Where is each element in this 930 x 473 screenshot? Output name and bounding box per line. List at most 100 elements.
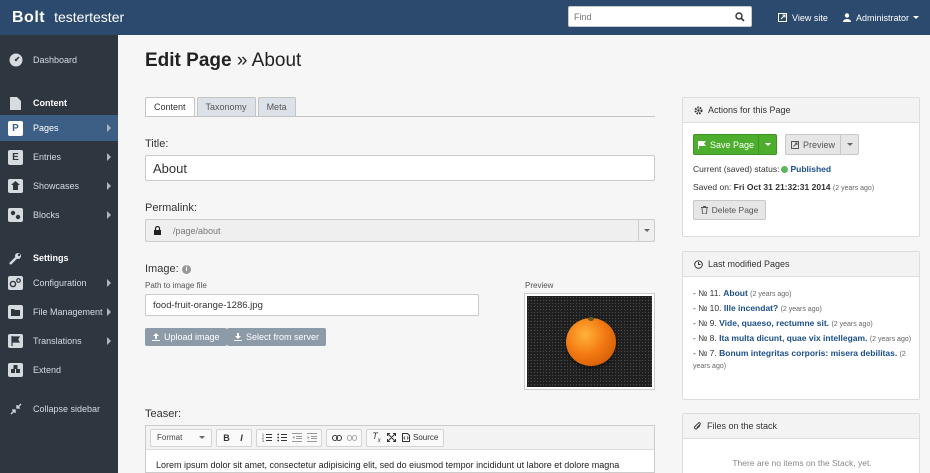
editor-content[interactable]: Lorem ipsum dolor sit amet, consectetur … — [146, 450, 654, 473]
indent-button[interactable] — [304, 430, 319, 446]
sidebar-label: Configuration — [33, 278, 87, 288]
chevron-right-icon — [107, 279, 111, 287]
delete-page-button[interactable]: Delete Page — [693, 200, 766, 220]
sidebar-item-blocks[interactable]: Blocks — [0, 202, 118, 228]
title-input[interactable] — [145, 155, 655, 181]
lock-icon — [154, 226, 161, 235]
sidebar-item-dashboard[interactable]: Dashboard — [0, 47, 118, 73]
image-preview — [524, 293, 655, 390]
list-item: - № 7. Bonum integritas corporis: misera… — [693, 348, 906, 370]
numbered-list-button[interactable]: 123 — [259, 430, 274, 446]
last-modified-title: Last modified Pages — [708, 259, 790, 269]
user-icon — [843, 13, 851, 22]
upload-image-button[interactable]: Upload image — [145, 328, 227, 346]
sidebar-label: Blocks — [33, 210, 60, 220]
sidebar-item-entries[interactable]: E Entries — [0, 144, 118, 170]
image-path-input[interactable] — [145, 294, 479, 316]
sidebar-item-pages[interactable]: P Pages — [0, 115, 118, 141]
external-link-icon — [790, 140, 799, 149]
pages-icon: P — [8, 120, 23, 136]
preview-options-dropdown[interactable] — [840, 135, 858, 154]
dashboard-icon — [8, 53, 23, 68]
sidebar-label: Extend — [33, 365, 62, 375]
bolt-logo: Bolt — [12, 8, 46, 26]
save-page-button[interactable]: Save Page — [694, 140, 758, 150]
sidebar-item-file-management[interactable]: File Management — [0, 299, 118, 325]
permalink-field[interactable]: /page/about — [145, 219, 655, 242]
bullet-list-button[interactable] — [274, 430, 289, 446]
user-menu[interactable]: Administrator — [843, 0, 920, 35]
tab-content[interactable]: Content — [145, 97, 195, 116]
wrench-icon — [8, 251, 23, 266]
trash-icon — [700, 206, 708, 214]
stack-panel-title: Files on the stack — [707, 421, 778, 431]
preview-label: Preview — [525, 281, 554, 290]
list-item: - № 10. Ille incendat? (2 years ago) — [693, 303, 822, 313]
sidebar-label: Pages — [33, 123, 59, 133]
format-dropdown[interactable]: Format — [153, 430, 209, 446]
page-link[interactable]: Ille incendat? — [724, 303, 778, 313]
sidebar-label: Collapse sidebar — [33, 404, 101, 414]
chevron-down-icon — [764, 143, 771, 146]
unlink-button[interactable] — [344, 430, 359, 446]
permalink-value: /page/about — [173, 225, 221, 236]
sidebar-item-translations[interactable]: Translations — [0, 328, 118, 354]
cubes-icon — [8, 363, 23, 378]
ordered-list-icon: 123 — [262, 433, 272, 442]
search-button[interactable] — [729, 7, 751, 26]
preview-button-group: Preview — [785, 134, 859, 155]
sidebar-item-extend[interactable]: Extend — [0, 357, 118, 383]
preview-button[interactable]: Preview — [786, 140, 840, 150]
tab-taxonomy[interactable]: Taxonomy — [196, 97, 256, 116]
page-link[interactable]: Vide, quaeso, rectumne sit. — [719, 318, 829, 328]
brand[interactable]: Bolt testertester — [12, 9, 124, 27]
teaser-editor: Format B I 123 Tx Source Lorem ipsum dol… — [145, 425, 655, 473]
sidebar-header-settings: Settings — [0, 245, 118, 271]
download-icon — [234, 333, 242, 341]
svg-text:3: 3 — [262, 439, 264, 442]
page-link[interactable]: About — [723, 288, 748, 298]
remove-format-button[interactable]: Tx — [369, 430, 384, 446]
flag-icon — [8, 334, 23, 349]
sidebar-label: File Management — [33, 307, 103, 317]
chevron-right-icon — [107, 211, 111, 219]
tab-meta[interactable]: Meta — [257, 97, 296, 116]
actions-panel-title: Actions for this Page — [708, 105, 791, 115]
upload-icon — [152, 333, 160, 341]
page-title: Edit Page » About — [145, 50, 302, 71]
teaser-label: Teaser: — [145, 408, 182, 420]
chevron-down-icon — [846, 143, 853, 146]
tabs-divider — [145, 116, 655, 117]
page-link[interactable]: Bonum integritas corporis: misera debili… — [719, 348, 897, 358]
info-icon[interactable]: i — [182, 265, 191, 274]
top-navbar: Bolt testertester View site Administrato… — [0, 0, 930, 35]
source-button[interactable]: Source — [399, 433, 441, 442]
outdent-button[interactable] — [289, 430, 304, 446]
entries-icon: E — [8, 149, 23, 165]
search-input[interactable] — [569, 7, 729, 26]
select-from-server-button[interactable]: Select from server — [227, 328, 327, 346]
view-site-link[interactable]: View site — [778, 0, 828, 35]
unlink-icon — [346, 434, 357, 441]
sidebar-item-showcases[interactable]: Showcases — [0, 173, 118, 199]
sidebar-item-configuration[interactable]: Configuration — [0, 270, 118, 296]
permalink-dropdown[interactable] — [638, 220, 654, 241]
save-options-dropdown[interactable] — [758, 135, 776, 154]
sidebar-label: Content — [33, 98, 67, 108]
save-page-button-group: Save Page — [693, 134, 777, 155]
status-line: Current (saved) status: Published — [693, 164, 832, 174]
maximize-button[interactable] — [384, 430, 399, 446]
bold-button[interactable]: B — [219, 430, 234, 446]
search-box — [568, 6, 752, 27]
editor-toolbar: Format B I 123 Tx Source — [146, 426, 654, 450]
content-tabs: Content Taxonomy Meta — [145, 97, 298, 116]
site-name: testertester — [54, 8, 125, 25]
sidebar-collapse[interactable]: Collapse sidebar — [0, 396, 118, 422]
italic-button[interactable]: I — [234, 430, 249, 446]
title-label: Title: — [145, 138, 169, 150]
page-link[interactable]: Ita multa dicunt, quae vix intellegam. — [719, 333, 867, 343]
link-button[interactable] — [329, 430, 344, 446]
sidebar: Dashboard Content P Pages E Entries Show… — [0, 35, 118, 473]
preview-image — [527, 296, 652, 387]
user-name: Administrator — [856, 12, 910, 23]
